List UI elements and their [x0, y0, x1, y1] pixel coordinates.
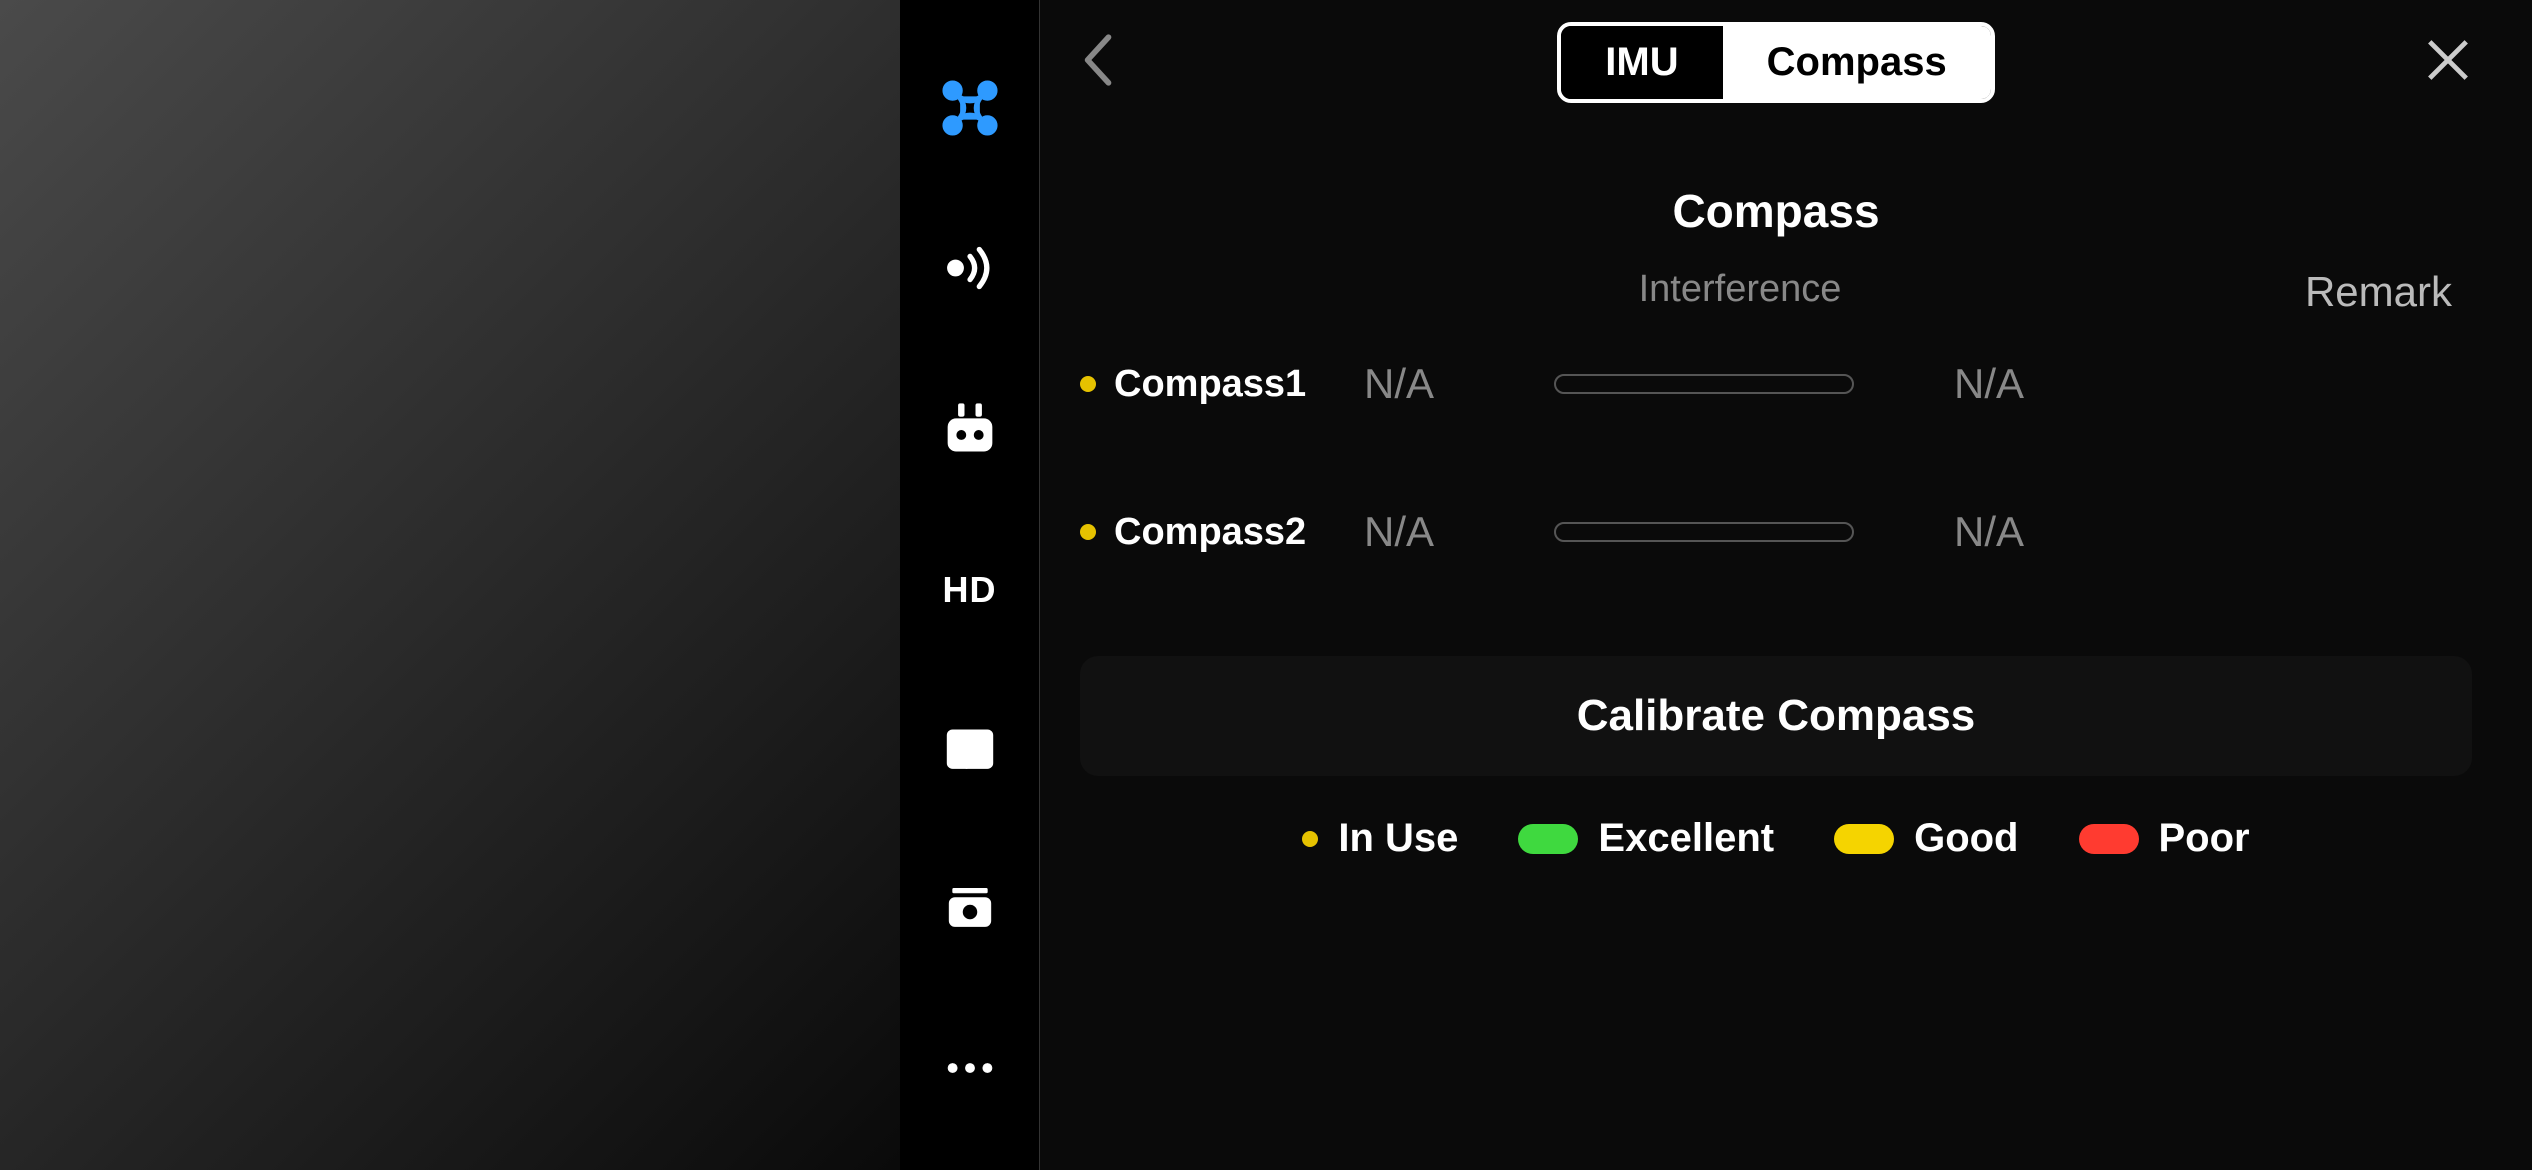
sidebar-item-gimbal[interactable]: [900, 830, 1039, 990]
header-interference: Interference: [1460, 268, 2020, 316]
sidebar-item-transmission[interactable]: HD: [900, 510, 1039, 670]
compass-name: Compass1: [1114, 363, 1364, 406]
legend-label: Excellent: [1598, 816, 1774, 861]
legend-in-use: In Use: [1302, 816, 1458, 861]
compass-value: N/A: [1364, 360, 1484, 408]
status-dot-icon: [1080, 376, 1096, 392]
legend-good: Good: [1834, 816, 2018, 861]
sidebar-item-more[interactable]: [900, 990, 1039, 1150]
interference-bar: [1554, 374, 1854, 394]
tab-imu[interactable]: IMU: [1561, 26, 1722, 99]
sidebar-item-sensing[interactable]: [900, 190, 1039, 350]
calibrate-compass-button[interactable]: Calibrate Compass: [1080, 656, 2472, 776]
section-title: Compass: [1080, 184, 2472, 238]
battery-icon: [941, 719, 999, 782]
legend-label: In Use: [1338, 816, 1458, 861]
compass-remark: N/A: [1954, 360, 2024, 408]
legend-label: Poor: [2159, 816, 2250, 861]
drone-icon: [941, 79, 999, 142]
compass-value: N/A: [1364, 508, 1484, 556]
header-remark: Remark: [2020, 268, 2472, 316]
sidebar-item-remote[interactable]: [900, 350, 1039, 510]
compass-settings-panel: IMU Compass Compass Interference Remark …: [1040, 0, 2532, 1170]
column-headers: Interference Remark: [1080, 268, 2472, 316]
sidebar-item-aircraft[interactable]: [900, 30, 1039, 190]
signal-icon: [941, 239, 999, 302]
status-dot-icon: [1080, 524, 1096, 540]
compass-name: Compass2: [1114, 511, 1364, 554]
imu-compass-segmented: IMU Compass: [1557, 22, 1994, 103]
status-legend: In Use Excellent Good Poor: [1080, 816, 2472, 861]
sidebar-item-battery[interactable]: [900, 670, 1039, 830]
remote-icon: [941, 399, 999, 462]
pill-icon: [1834, 824, 1894, 854]
more-icon: [941, 1039, 999, 1102]
pill-icon: [1518, 824, 1578, 854]
compass-row: Compass1 N/A N/A: [1080, 360, 2472, 408]
back-button[interactable]: [1080, 31, 1140, 94]
hd-icon: HD: [943, 569, 997, 611]
dot-icon: [1302, 831, 1318, 847]
gimbal-camera-icon: [941, 879, 999, 942]
pill-icon: [2079, 824, 2139, 854]
compass-row: Compass2 N/A N/A: [1080, 508, 2472, 556]
legend-label: Good: [1914, 816, 2018, 861]
legend-excellent: Excellent: [1518, 816, 1774, 861]
legend-poor: Poor: [2079, 816, 2250, 861]
chevron-left-icon: [1080, 76, 1118, 93]
close-icon: [2424, 71, 2472, 88]
close-button[interactable]: [2412, 36, 2472, 89]
compass-remark: N/A: [1954, 508, 2024, 556]
tab-compass[interactable]: Compass: [1723, 26, 1991, 99]
camera-preview-area: [0, 0, 900, 1170]
interference-bar: [1554, 522, 1854, 542]
settings-sidebar: HD: [900, 0, 1040, 1170]
